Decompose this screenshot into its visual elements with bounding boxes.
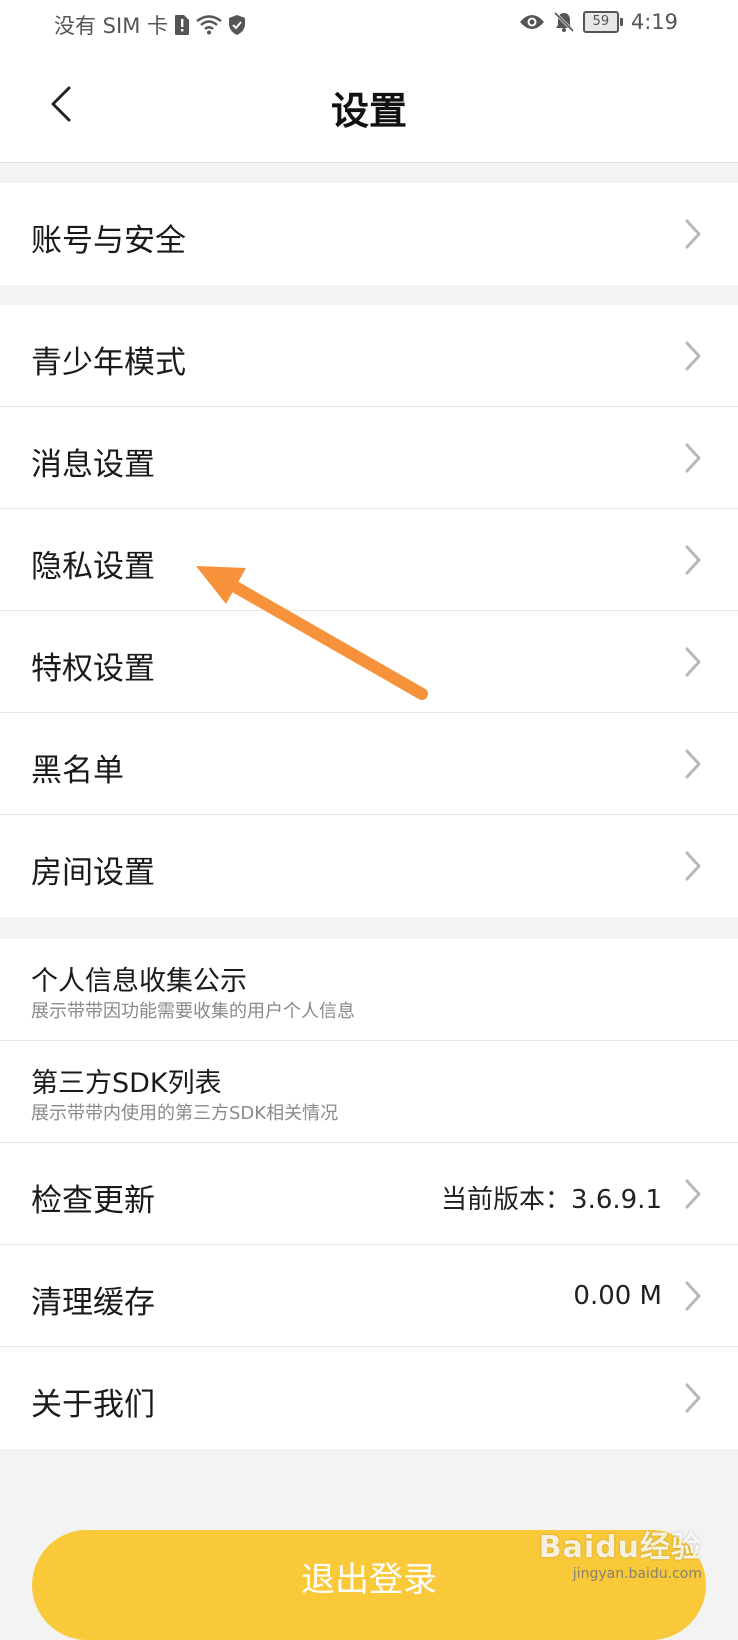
status-bar: 没有 SIM 卡 59 4:19	[0, 0, 738, 50]
settings-group-account: 账号与安全	[0, 183, 738, 285]
shield-icon	[228, 14, 246, 36]
sim-alert-icon	[174, 14, 190, 36]
row-label: 第三方SDK列表	[31, 1068, 222, 1099]
page-title: 设置	[330, 89, 407, 133]
row-label: 个人信息收集公示	[31, 966, 247, 997]
chevron-right-icon	[678, 1379, 708, 1417]
row-label: 黑名单	[31, 753, 124, 789]
row-label: 房间设置	[31, 855, 155, 891]
row-label: 隐私设置	[31, 549, 155, 585]
chevron-right-icon	[678, 337, 708, 375]
settings-row-check-update[interactable]: 检查更新 当前版本：3.6.9.1	[0, 1143, 738, 1245]
settings-row-message-settings[interactable]: 消息设置	[0, 407, 738, 509]
settings-group-info: 个人信息收集公示 展示带带因功能需要收集的用户个人信息 第三方SDK列表 展示带…	[0, 939, 738, 1449]
settings-group-general: 青少年模式 消息设置 隐私设置 特权设置 黑名单 房间设置	[0, 305, 738, 917]
row-subtitle: 展示带带因功能需要收集的用户个人信息	[31, 1001, 355, 1022]
chevron-right-icon	[678, 541, 708, 579]
clock-text: 4:19	[630, 10, 678, 34]
logout-button[interactable]: 退出登录	[32, 1530, 706, 1640]
chevron-right-icon	[678, 745, 708, 783]
row-label: 特权设置	[31, 651, 155, 687]
row-label: 账号与安全	[31, 223, 186, 259]
chevron-right-icon	[678, 847, 708, 885]
settings-row-privacy-settings[interactable]: 隐私设置	[0, 509, 738, 611]
settings-row-account-security[interactable]: 账号与安全	[0, 183, 738, 285]
cache-size-value: 0.00 M	[573, 1281, 662, 1311]
row-label: 检查更新	[31, 1183, 155, 1219]
status-right: 59 4:19	[519, 10, 678, 34]
version-value: 当前版本：3.6.9.1	[441, 1185, 662, 1215]
wifi-icon	[196, 15, 222, 35]
bell-off-icon	[553, 11, 575, 33]
status-left: 没有 SIM 卡	[54, 10, 246, 40]
chevron-right-icon	[678, 439, 708, 477]
settings-row-third-party-sdk[interactable]: 第三方SDK列表 展示带带内使用的第三方SDK相关情况	[0, 1041, 738, 1143]
settings-row-privilege-settings[interactable]: 特权设置	[0, 611, 738, 713]
battery-level: 59	[582, 11, 619, 33]
row-subtitle: 展示带带内使用的第三方SDK相关情况	[31, 1103, 339, 1124]
chevron-right-icon	[678, 215, 708, 253]
row-label: 清理缓存	[31, 1285, 155, 1321]
settings-row-room-settings[interactable]: 房间设置	[0, 815, 738, 917]
nav-bar: 设置	[0, 50, 738, 163]
eye-icon	[519, 13, 545, 31]
row-label: 关于我们	[31, 1387, 155, 1423]
settings-row-about-us[interactable]: 关于我们	[0, 1347, 738, 1449]
settings-row-teen-mode[interactable]: 青少年模式	[0, 305, 738, 407]
row-label: 青少年模式	[31, 345, 186, 381]
row-label: 消息设置	[31, 447, 155, 483]
settings-row-personal-info-disclosure[interactable]: 个人信息收集公示 展示带带因功能需要收集的用户个人信息	[0, 939, 738, 1041]
settings-row-clear-cache[interactable]: 清理缓存 0.00 M	[0, 1245, 738, 1347]
chevron-right-icon	[678, 1277, 708, 1315]
battery-icon: 59	[582, 11, 623, 33]
chevron-right-icon	[678, 1175, 708, 1213]
chevron-right-icon	[678, 643, 708, 681]
settings-row-blacklist[interactable]: 黑名单	[0, 713, 738, 815]
carrier-text: 没有 SIM 卡	[54, 14, 168, 38]
